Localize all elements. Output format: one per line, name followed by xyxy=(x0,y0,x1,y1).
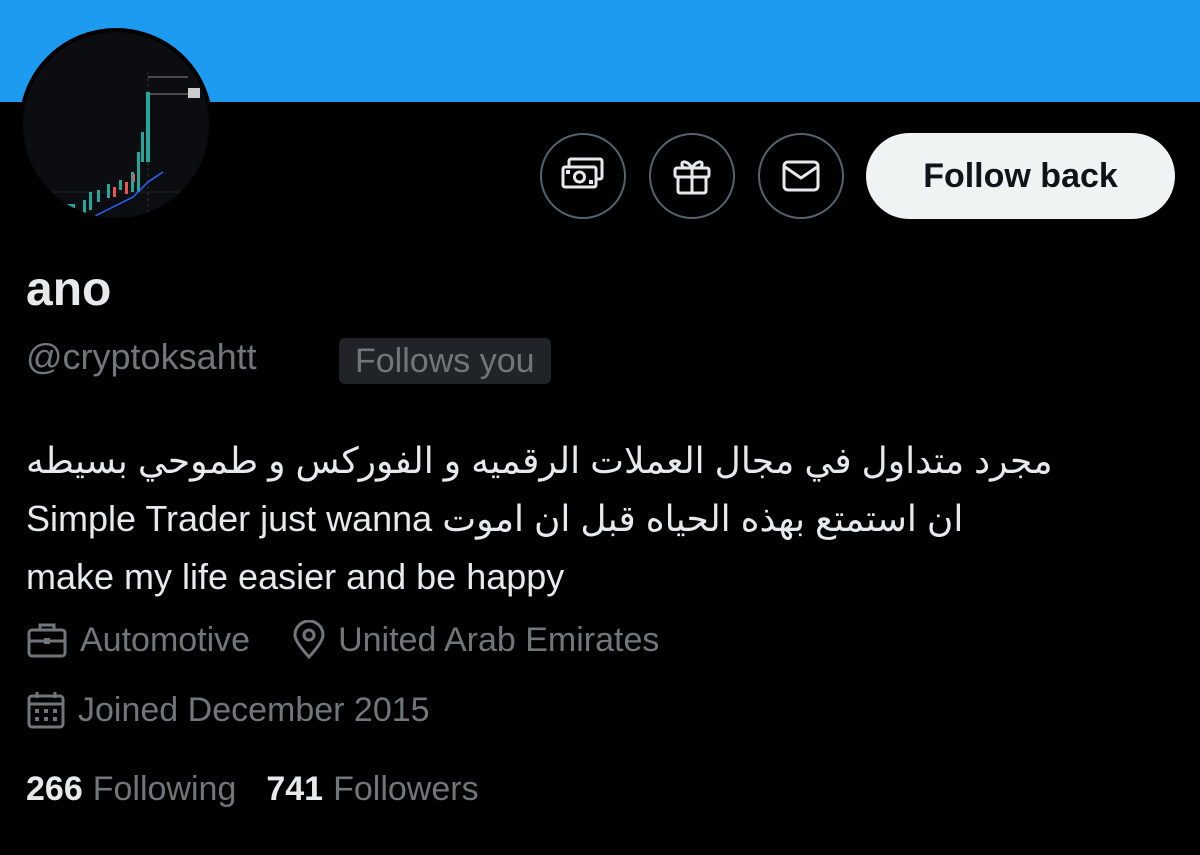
category-text: Automotive xyxy=(80,620,251,659)
bio-line-3: make my life easier and be happy xyxy=(26,556,565,597)
joined-text: Joined December 2015 xyxy=(78,690,430,729)
location-item: United Arab Emirates xyxy=(292,620,659,660)
joined-row: Joined December 2015 xyxy=(26,690,472,730)
user-handle: @cryptoksahtt xyxy=(26,336,257,377)
category-item: Automotive xyxy=(26,621,250,660)
profile-meta-row: Automotive United Arab Emirates xyxy=(26,620,701,660)
following-label: Following xyxy=(92,770,237,808)
joined-item: Joined December 2015 xyxy=(26,690,430,730)
bio-line-1: مجرد متداول في مجال العملات الرقميه و ال… xyxy=(26,440,1053,481)
follow-stats: 266 Following 741 Followers xyxy=(26,770,509,809)
following-count: 266 xyxy=(26,770,83,808)
mail-icon xyxy=(782,160,820,192)
avatar[interactable] xyxy=(19,28,213,222)
briefcase-icon xyxy=(27,623,67,658)
bio-line-2: Simple Trader just wanna ان استمتع بهذه … xyxy=(26,498,964,539)
chart-avatar-image xyxy=(23,32,209,218)
follows-you-badge: Follows you xyxy=(339,338,551,384)
follow-back-button[interactable]: Follow back xyxy=(866,133,1175,219)
message-button[interactable] xyxy=(758,133,844,219)
tip-button[interactable] xyxy=(540,133,626,219)
followers-link[interactable]: 741 Followers xyxy=(266,770,478,809)
gift-button[interactable] xyxy=(649,133,735,219)
gift-icon xyxy=(673,160,711,195)
location-pin-icon xyxy=(293,620,325,660)
display-name: ano xyxy=(26,263,112,316)
money-icon xyxy=(561,157,604,189)
bio: مجرد متداول في مجال العملات الرقميه و ال… xyxy=(26,432,1166,606)
follow-back-label: Follow back xyxy=(923,156,1118,195)
follows-you-label: Follows you xyxy=(355,341,535,380)
followers-label: Followers xyxy=(333,770,479,808)
following-link[interactable]: 266 Following xyxy=(26,770,236,809)
calendar-icon xyxy=(27,692,65,729)
followers-count: 741 xyxy=(266,770,324,808)
location-text: United Arab Emirates xyxy=(338,620,660,659)
